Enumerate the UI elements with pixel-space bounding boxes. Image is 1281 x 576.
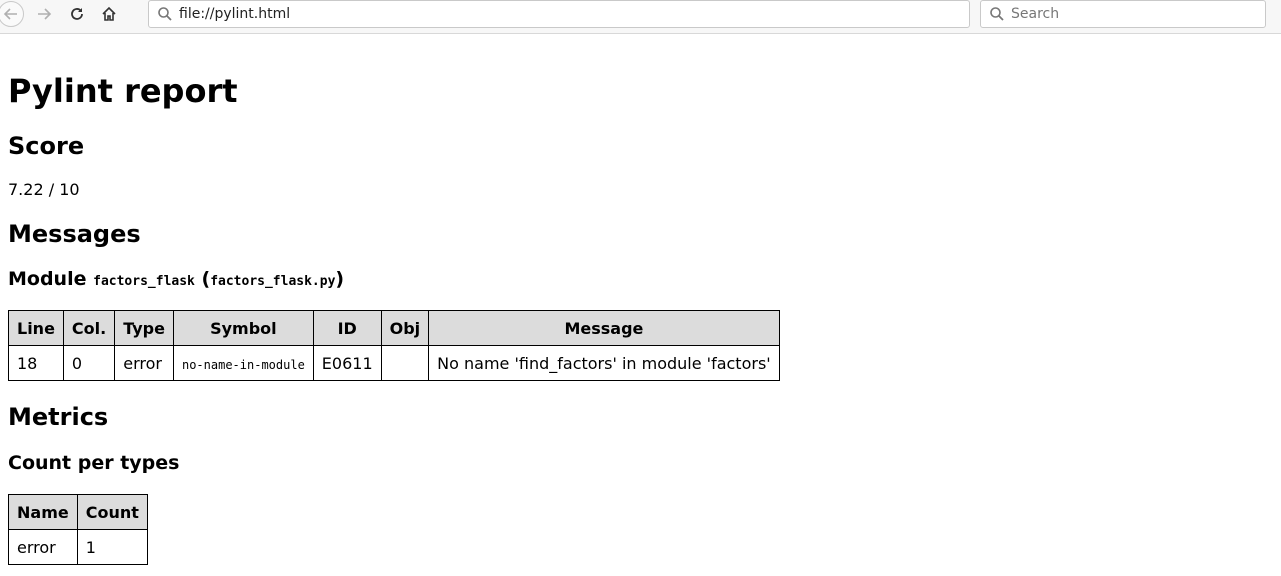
search-bar[interactable]: Search	[980, 0, 1266, 28]
col-symbol: Symbol	[172, 310, 314, 346]
reload-icon	[71, 8, 83, 20]
col-message: Message	[428, 310, 780, 346]
count-table-header: Name Count	[8, 494, 148, 530]
messages-heading: Messages	[8, 220, 141, 248]
cell-symbol: no-name-in-module	[172, 345, 314, 381]
module-paren-open: (	[201, 268, 211, 290]
cell-id: E0611	[312, 345, 382, 381]
table-row: 18 0 error no-name-in-module E0611 No na…	[8, 345, 780, 381]
col-count: Count	[76, 494, 148, 530]
reload-button[interactable]	[64, 1, 90, 27]
cell-obj	[380, 345, 430, 381]
back-arrow-icon	[3, 8, 17, 20]
col-name: Name	[8, 494, 78, 530]
metrics-heading: Metrics	[8, 403, 109, 431]
cell-name: error	[8, 529, 78, 565]
search-icon	[990, 7, 1004, 21]
forward-button[interactable]	[31, 1, 57, 27]
cell-count: 1	[76, 529, 148, 565]
url-text: file://pylint.html	[179, 6, 291, 22]
col-col: Col.	[62, 310, 116, 346]
home-button[interactable]	[96, 1, 122, 27]
url-bar[interactable]: file://pylint.html	[148, 0, 970, 28]
col-obj: Obj	[380, 310, 430, 346]
cell-line: 18	[8, 345, 64, 381]
col-type: Type	[114, 310, 174, 346]
search-icon	[158, 7, 172, 21]
browser-toolbar: file://pylint.html Search	[0, 0, 1281, 34]
score-value: 7.22 / 10	[8, 180, 80, 199]
symbol-code: no-name-in-module	[181, 357, 305, 372]
back-button[interactable]	[0, 1, 24, 27]
col-id: ID	[312, 310, 382, 346]
count-per-types-heading: Count per types	[8, 452, 180, 474]
module-heading: Module factors_flask (factors_flask.py)	[8, 268, 344, 290]
forward-arrow-icon	[38, 8, 52, 20]
cell-message: No name 'find_factors' in module 'factor…	[428, 345, 780, 381]
page-title: Pylint report	[8, 72, 238, 110]
module-label: Module	[8, 268, 87, 290]
messages-table: Line Col. Type Symbol ID Obj Message 18 …	[8, 310, 780, 381]
count-table: Name Count error 1	[8, 494, 148, 565]
module-file: factors_flask.py	[210, 274, 336, 289]
module-paren-close: )	[335, 268, 345, 290]
col-line: Line	[8, 310, 64, 346]
messages-table-header: Line Col. Type Symbol ID Obj Message	[8, 310, 780, 346]
cell-col: 0	[62, 345, 116, 381]
home-icon	[102, 6, 116, 21]
score-heading: Score	[8, 132, 85, 160]
cell-type: error	[114, 345, 174, 381]
table-row: error 1	[8, 529, 148, 565]
module-name: factors_flask	[93, 274, 195, 289]
search-placeholder: Search	[1011, 6, 1060, 22]
